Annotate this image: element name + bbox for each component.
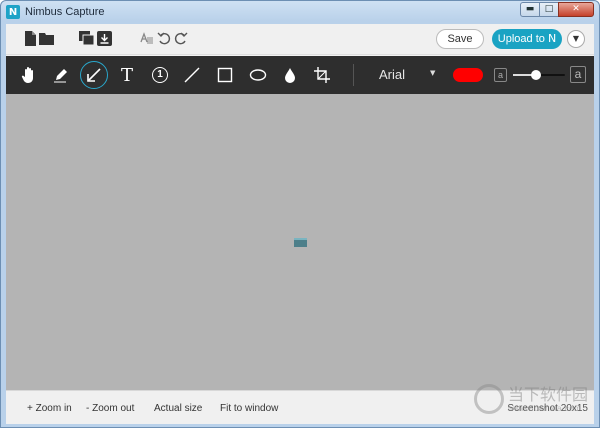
text-recognition-icon[interactable] xyxy=(138,30,154,46)
window-title: Nimbus Capture xyxy=(25,6,105,18)
upload-button-label: Upload to xyxy=(497,33,545,45)
chevron-down-icon[interactable]: ▼ xyxy=(430,69,435,77)
hand-tool-icon[interactable] xyxy=(15,61,43,89)
text-tool-label: T xyxy=(120,64,133,86)
zoom-out-button[interactable]: - Zoom out xyxy=(86,403,134,414)
minimize-button[interactable]: ▬ xyxy=(520,2,540,17)
pen-tool-icon[interactable] xyxy=(47,61,75,89)
number-marker-label: 1 xyxy=(152,67,168,83)
maximize-button[interactable]: □ xyxy=(539,2,559,17)
editor-canvas[interactable] xyxy=(6,94,594,390)
crop-tool-icon[interactable] xyxy=(308,61,336,89)
toolbar-separator xyxy=(353,64,354,86)
app-window: N Nimbus Capture ▬ □ ✕ Save Upload to N … xyxy=(0,0,600,428)
rectangle-tool-icon[interactable] xyxy=(211,61,239,89)
actual-size-button[interactable]: Actual size xyxy=(154,403,202,414)
arrow-tool-icon[interactable] xyxy=(80,61,108,89)
captured-image[interactable] xyxy=(294,238,307,247)
blur-drop-tool-icon[interactable] xyxy=(276,61,304,89)
size-slider-thumb[interactable] xyxy=(531,70,542,80)
upload-options-dropdown-button[interactable]: ▼ xyxy=(567,30,585,48)
redo-icon[interactable] xyxy=(173,30,189,46)
text-tool-icon[interactable]: T xyxy=(113,61,141,89)
download-icon[interactable] xyxy=(96,30,112,46)
font-selector[interactable]: Arial xyxy=(379,67,405,82)
title-bar: N Nimbus Capture ▬ □ ✕ xyxy=(1,1,599,23)
save-button[interactable]: Save xyxy=(436,29,484,49)
file-toolbar: Save Upload to N ▼ xyxy=(6,24,594,55)
drawing-toolbar: T 1 Arial ▼ a a xyxy=(6,56,594,94)
numbered-marker-tool-icon[interactable]: 1 xyxy=(146,61,174,89)
image-info: Screenshot 20x15 xyxy=(507,403,588,414)
status-bar: + Zoom in - Zoom out Actual size Fit to … xyxy=(6,390,594,424)
ellipse-tool-icon[interactable] xyxy=(244,61,272,89)
app-logo-icon: N xyxy=(6,5,20,19)
copy-clipboard-icon[interactable] xyxy=(79,30,95,46)
color-picker[interactable] xyxy=(453,68,483,82)
line-tool-icon[interactable] xyxy=(178,61,206,89)
window-controls: ▬ □ ✕ xyxy=(520,2,594,17)
size-large-icon: a xyxy=(570,66,586,83)
size-small-icon: a xyxy=(494,68,507,82)
new-file-icon[interactable] xyxy=(22,30,38,46)
undo-icon[interactable] xyxy=(156,30,172,46)
upload-button[interactable]: Upload to N xyxy=(492,29,562,49)
client-area: Save Upload to N ▼ T 1 Arial ▼ a a + Zoo… xyxy=(6,24,594,424)
fit-to-window-button[interactable]: Fit to window xyxy=(220,403,278,414)
close-button[interactable]: ✕ xyxy=(558,2,594,17)
open-folder-icon[interactable] xyxy=(39,30,55,46)
nimbus-logo-icon: N xyxy=(547,32,557,45)
zoom-in-button[interactable]: + Zoom in xyxy=(27,403,72,414)
size-slider[interactable] xyxy=(513,70,565,80)
